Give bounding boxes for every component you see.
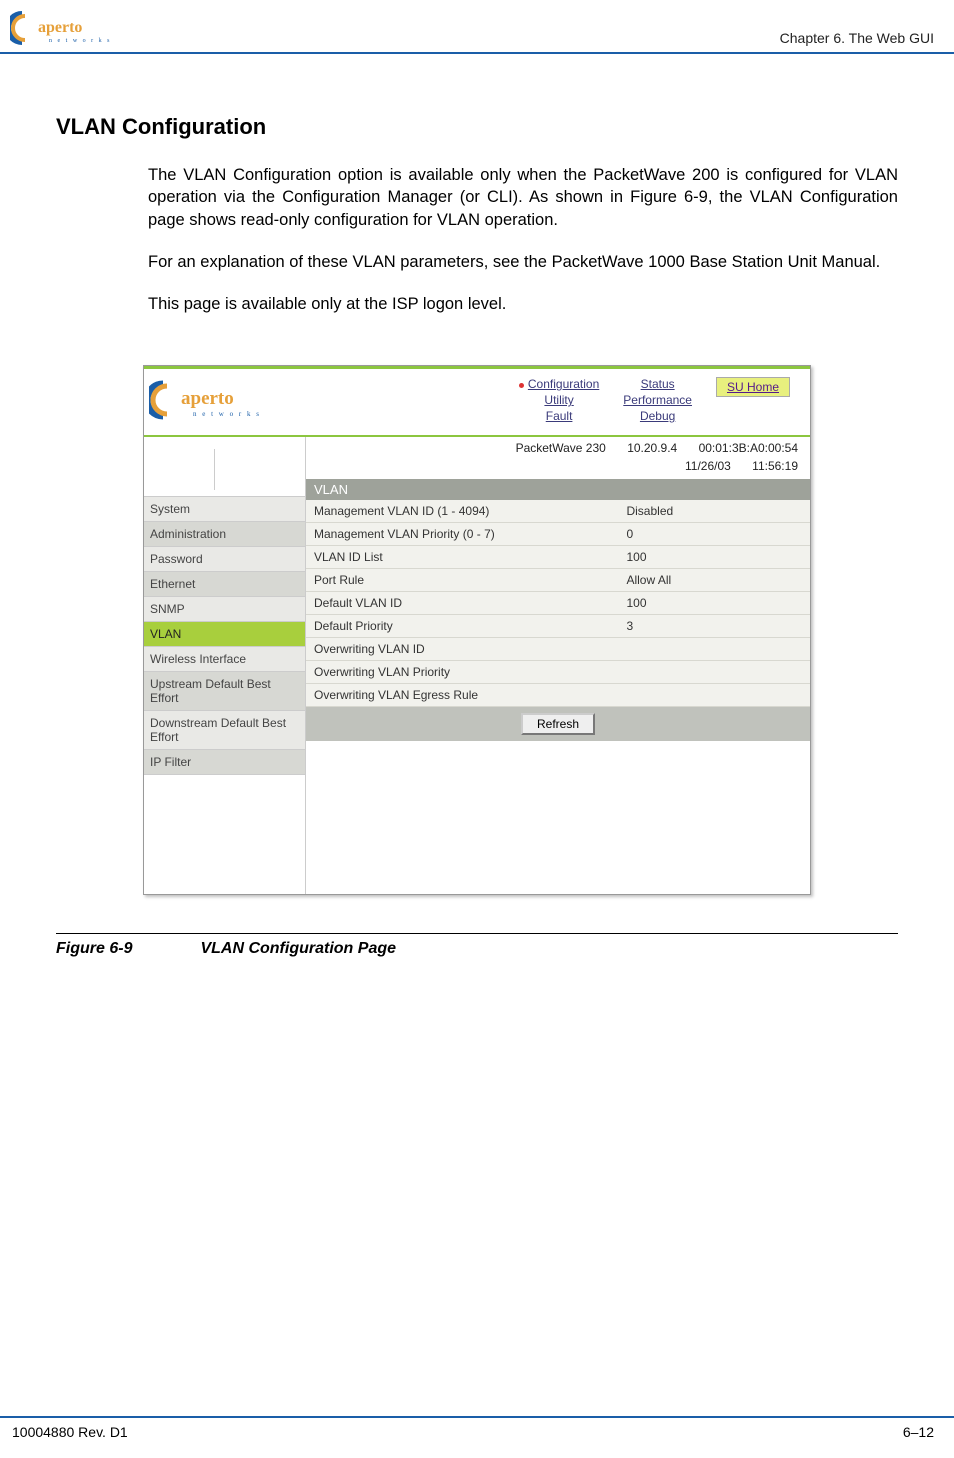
row-label: Default Priority [306,615,618,638]
row-label: Overwriting VLAN Egress Rule [306,684,618,707]
device-mac: 00:01:3B:A0:00:54 [699,441,798,455]
figure-caption: Figure 6-9 VLAN Configuration Page [56,940,898,958]
nav-link-configuration[interactable]: Configuration [528,377,599,391]
sidebar-item-snmp[interactable]: SNMP [144,597,305,622]
row-label: Port Rule [306,569,618,592]
nav-link-performance[interactable]: Performance [623,393,692,407]
chapter-label: Chapter 6. The Web GUI [780,30,934,46]
svg-text:aperto: aperto [38,19,82,36]
su-home-link[interactable]: SU Home [727,380,779,394]
table-row: Port RuleAllow All [306,569,810,592]
table-row: Management VLAN Priority (0 - 7)0 [306,523,810,546]
figure-title: VLAN Configuration Page [200,940,396,957]
svg-text:n e t w o r k s: n e t w o r k s [193,410,261,418]
sidebar-item-vlan[interactable]: VLAN [144,622,305,647]
row-label: Overwriting VLAN ID [306,638,618,661]
nav-link-utility[interactable]: Utility [544,393,573,407]
page-footer: 10004880 Rev. D1 6–12 [0,1416,954,1440]
row-value: 3 [618,615,810,638]
section-title: VLAN Configuration [56,114,954,140]
row-value: 0 [618,523,810,546]
sidebar-item-system[interactable]: System [144,497,305,522]
table-row: Default VLAN ID100 [306,592,810,615]
table-row: Overwriting VLAN Priority [306,661,810,684]
row-label: Management VLAN ID (1 - 4094) [306,500,618,523]
row-value [618,638,810,661]
screenshot-content: System Administration Password Ethernet … [144,437,810,894]
row-label: Overwriting VLAN Priority [306,661,618,684]
device-name: PacketWave 230 [516,441,606,455]
table-row: Overwriting VLAN ID [306,638,810,661]
vlan-config-screenshot: aperto n e t w o r k s Configuration Uti… [143,365,811,895]
screenshot-header: aperto n e t w o r k s Configuration Uti… [144,369,810,435]
panel-title: VLAN [306,479,810,500]
nav-group: Configuration Utility Fault Status Perfo… [519,377,790,423]
sidebar-spacer [144,437,305,497]
table-row: Management VLAN ID (1 - 4094)Disabled [306,500,810,523]
page-header: aperto n e t w o r k s Chapter 6. The We… [0,0,954,54]
sidebar-item-ethernet[interactable]: Ethernet [144,572,305,597]
nav-col-1: Configuration Utility Fault [519,377,599,423]
body-para-1: The VLAN Configuration option is availab… [148,164,898,231]
row-value [618,661,810,684]
aperto-logo-small: aperto n e t w o r k s [149,378,279,423]
nav-col-2: Status Performance Debug [623,377,692,423]
su-home-button[interactable]: SU Home [716,377,790,397]
aperto-logo: aperto n e t w o r k s [10,10,125,46]
row-label: VLAN ID List [306,546,618,569]
figure-number: Figure 6-9 [56,940,196,958]
spacer-line [214,449,215,490]
table-row: Overwriting VLAN Egress Rule [306,684,810,707]
device-meta-line-1: PacketWave 230 10.20.9.4 00:01:3B:A0:00:… [306,437,810,455]
svg-text:n e t w o r k s: n e t w o r k s [49,38,112,44]
nav-link-debug[interactable]: Debug [640,409,675,423]
sidebar: System Administration Password Ethernet … [144,437,306,894]
sidebar-item-administration[interactable]: Administration [144,522,305,547]
sidebar-item-upstream[interactable]: Upstream Default Best Effort [144,672,305,711]
refresh-button[interactable]: Refresh [521,713,595,735]
body-para-3: This page is available only at the ISP l… [148,293,898,315]
figure-rule [56,933,898,934]
current-page-dot-icon [519,383,524,388]
row-value: Allow All [618,569,810,592]
sidebar-item-ipfilter[interactable]: IP Filter [144,750,305,775]
vlan-table: Management VLAN ID (1 - 4094)Disabled Ma… [306,500,810,707]
main-panel: PacketWave 230 10.20.9.4 00:01:3B:A0:00:… [306,437,810,894]
device-ip: 10.20.9.4 [627,441,677,455]
sidebar-item-wireless[interactable]: Wireless Interface [144,647,305,672]
footer-doc-id: 10004880 Rev. D1 [12,1424,128,1440]
svg-text:aperto: aperto [181,388,234,409]
button-row: Refresh [306,707,810,741]
sidebar-item-downstream[interactable]: Downstream Default Best Effort [144,711,305,750]
row-label: Default VLAN ID [306,592,618,615]
body-para-2: For an explanation of these VLAN paramet… [148,251,898,273]
nav-link-fault[interactable]: Fault [546,409,573,423]
device-meta-line-2: 11/26/03 11:56:19 [306,455,810,473]
nav-link-status[interactable]: Status [641,377,675,391]
footer-page-num: 6–12 [903,1424,934,1440]
row-value: 100 [618,546,810,569]
row-value [618,684,810,707]
device-time: 11:56:19 [752,459,798,473]
sidebar-item-password[interactable]: Password [144,547,305,572]
table-row: VLAN ID List100 [306,546,810,569]
row-label: Management VLAN Priority (0 - 7) [306,523,618,546]
row-value: Disabled [618,500,810,523]
row-value: 100 [618,592,810,615]
table-row: Default Priority3 [306,615,810,638]
device-date: 11/26/03 [685,459,731,473]
